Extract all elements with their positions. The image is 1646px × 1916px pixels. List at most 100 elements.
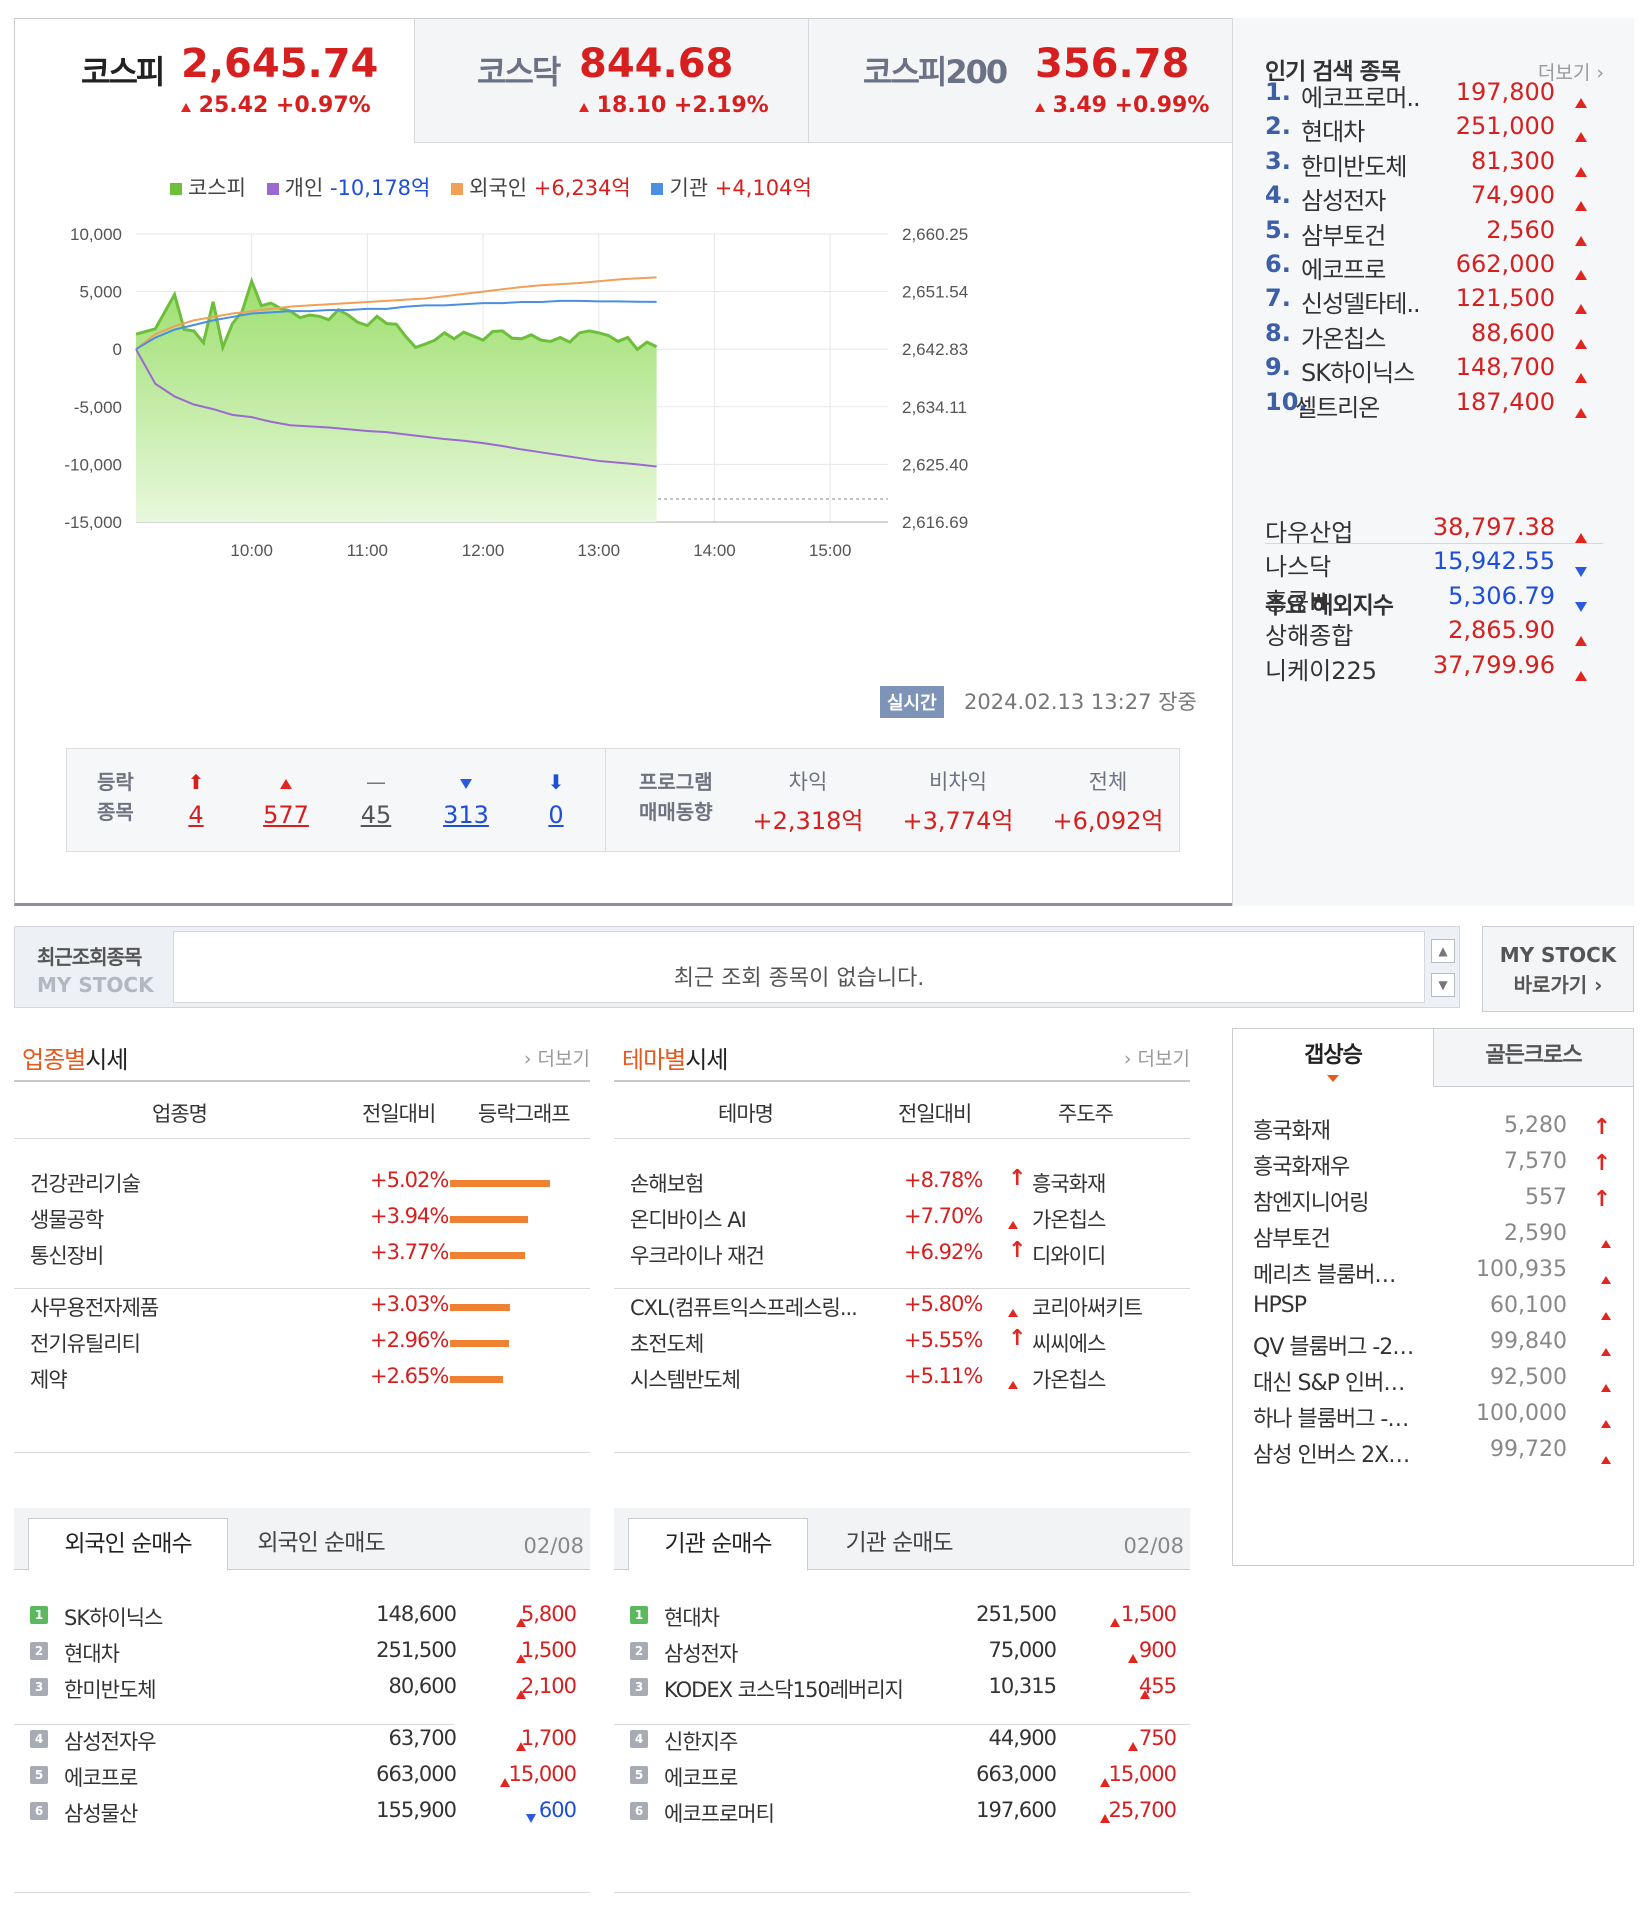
- rank-badge: 1: [630, 1606, 648, 1624]
- stock-price: 80,600: [388, 1674, 457, 1698]
- gap-row[interactable]: 대신 S&P 인버… 92,500: [1253, 1365, 1615, 1405]
- y-left-tick-label: 5,000: [79, 283, 122, 302]
- tab-kospi[interactable]: 코스피 2,645.74 25.42 +0.97%: [15, 19, 415, 143]
- stock-price: 99,840: [1490, 1329, 1567, 1354]
- gap-row[interactable]: HPSP 60,100: [1253, 1293, 1615, 1333]
- y-right-tick-label: 2,616.69: [902, 513, 968, 532]
- gap-row[interactable]: 하나 블룸버그 -… 100,000: [1253, 1401, 1615, 1441]
- change-bar: [450, 1180, 550, 1187]
- up-triangle-icon: [251, 767, 321, 797]
- upper-limit-count[interactable]: ⬆ 4: [161, 767, 231, 829]
- rank: 3.: [1265, 146, 1291, 175]
- y-right-tick-label: 2,651.54: [902, 283, 968, 302]
- stock-name: 삼성전자: [664, 1642, 738, 1666]
- net-change: 5,800: [520, 1602, 577, 1626]
- mystock-label[interactable]: MY STOCK: [37, 973, 154, 997]
- stock-name: 삼성전자우: [64, 1730, 157, 1754]
- scroll-down-button[interactable]: ▼: [1431, 973, 1455, 997]
- stock-name: 현대차: [64, 1642, 120, 1666]
- net-change: 1,500: [520, 1638, 577, 1662]
- theme-name: 온디바이스 AI: [630, 1208, 747, 1232]
- tab-kosdaq[interactable]: 코스닥 844.68 18.10 +2.19%: [415, 19, 809, 143]
- gap-row[interactable]: QV 블룸버그 -2… 99,840: [1253, 1329, 1615, 1369]
- rank-badge: 3: [630, 1678, 648, 1696]
- stock-name: 현대차: [664, 1606, 720, 1630]
- index-value: 2,865.90: [1448, 616, 1555, 645]
- rank-badge: 1: [30, 1606, 48, 1624]
- y-left-tick-label: -15,000: [64, 513, 122, 532]
- up-triangle-icon: [1601, 1420, 1611, 1428]
- gap-row[interactable]: 메리츠 블룸버… 100,935: [1253, 1257, 1615, 1297]
- lead-stock[interactable]: 흥국화재: [1032, 1168, 1106, 1198]
- up-triangle-icon: [579, 103, 589, 112]
- rank-badge: 2: [630, 1642, 648, 1660]
- lead-stock[interactable]: 가온칩스: [1032, 1364, 1106, 1394]
- up-triangle-icon: [1575, 373, 1587, 384]
- sector-more-link[interactable]: › 더보기: [524, 1044, 590, 1071]
- rank: 2.: [1265, 112, 1291, 141]
- stock-name: 한미반도체: [1301, 152, 1407, 181]
- lead-stock[interactable]: 디와이디: [1032, 1240, 1106, 1270]
- lead-stock[interactable]: 코리아써키트: [1032, 1292, 1143, 1322]
- up-triangle-icon: [1575, 132, 1587, 143]
- popular-item[interactable]: 10. 셀트리온 187,400: [1265, 388, 1595, 428]
- gap-row[interactable]: 삼부토건 2,590: [1253, 1221, 1615, 1261]
- rank: 7.: [1265, 284, 1291, 313]
- stock-price: 148,700: [1455, 353, 1555, 382]
- lower-limit-count[interactable]: ⬇ 0: [521, 767, 591, 829]
- rank: 10.: [1265, 387, 1308, 416]
- intraday-chart: 10:00 11:00 12:00 13:00 14:00 15:00 10,000 5,00…: [64, 225, 968, 560]
- stock-price: 100,000: [1476, 1401, 1567, 1426]
- mystock-shortcut-button[interactable]: MY STOCK 바로가기 ›: [1482, 926, 1634, 1012]
- x-tick-label: 11:00: [347, 541, 388, 560]
- overseas-index-item[interactable]: 니케이225 37,799.96: [1265, 651, 1595, 691]
- stock-price: 155,900: [376, 1798, 457, 1822]
- net-change: 2,100: [520, 1674, 577, 1698]
- tab-institution-sell[interactable]: 기관 순매도: [814, 1518, 984, 1571]
- net-change: 1,500: [1120, 1602, 1177, 1626]
- tab-gap-rise[interactable]: 갭상승: [1233, 1029, 1433, 1087]
- lead-stock[interactable]: 씨씨에스: [1032, 1328, 1106, 1358]
- stock-name: 에코프로머..: [1301, 84, 1421, 112]
- stock-price: 187,400: [1455, 387, 1555, 416]
- stock-price: 92,500: [1490, 1365, 1567, 1390]
- theme-more-link[interactable]: › 더보기: [1124, 1044, 1190, 1071]
- scroll-up-button[interactable]: ▲: [1431, 939, 1455, 963]
- index-value: 15,942.55: [1432, 547, 1555, 576]
- y-left-tick-label: 10,000: [70, 225, 122, 244]
- stock-name: 셀트리온: [1295, 393, 1380, 422]
- gap-row[interactable]: 참엔지니어링 557 ↑: [1253, 1185, 1615, 1225]
- tab-institution-buy[interactable]: 기관 순매수: [628, 1518, 808, 1571]
- tab-kospi200[interactable]: 코스피200 356.78 3.49 +0.99%: [809, 19, 1233, 143]
- rank: 9.: [1265, 353, 1291, 382]
- tab-foreign-buy[interactable]: 외국인 순매수: [28, 1518, 228, 1571]
- stock-name: HPSP: [1253, 1293, 1307, 1318]
- tab-foreign-sell[interactable]: 외국인 순매도: [236, 1518, 406, 1571]
- gap-row[interactable]: 흥국화재우 7,570 ↑: [1253, 1149, 1615, 1189]
- lead-stock[interactable]: 가온칩스: [1032, 1204, 1106, 1234]
- realtime-badge: 실시간: [880, 686, 944, 718]
- rise-count[interactable]: 577: [251, 767, 321, 829]
- y-right-tick-label: 2,660.25: [902, 225, 968, 244]
- flat-count[interactable]: — 45: [341, 767, 411, 829]
- up-triangle-icon: [1110, 1618, 1120, 1627]
- stock-price: 251,500: [976, 1602, 1057, 1626]
- stock-name: 흥국화재우: [1253, 1155, 1350, 1180]
- index-change: 25.42 +0.97%: [181, 93, 371, 118]
- gap-row[interactable]: 흥국화재 5,280 ↑: [1253, 1113, 1615, 1153]
- recent-stocks-bar: 최근조회종목 MY STOCK 최근 조회 종목이 없습니다. ▲ ▼: [14, 926, 1460, 1008]
- rank-badge: 4: [30, 1730, 48, 1748]
- stock-name: QV 블룸버그 -2…: [1253, 1335, 1414, 1360]
- x-tick-label: 15:00: [809, 541, 852, 560]
- gap-row[interactable]: 삼성 인버스 2X… 99,720: [1253, 1437, 1615, 1477]
- index-change-text: 18.10 +2.19%: [596, 93, 769, 118]
- stock-name: 흥국화재: [1253, 1119, 1331, 1144]
- up-triangle-icon: [1008, 1221, 1018, 1229]
- fall-count[interactable]: 313: [431, 767, 501, 829]
- tab-golden-cross[interactable]: 골든크로스: [1433, 1029, 1633, 1087]
- stock-price: 44,900: [988, 1726, 1057, 1750]
- up-triangle-icon: [1575, 338, 1587, 349]
- stock-price: 75,000: [988, 1638, 1057, 1662]
- index-name: 코스피200: [863, 53, 1008, 91]
- y-right-tick-label: 2,625.40: [902, 455, 968, 474]
